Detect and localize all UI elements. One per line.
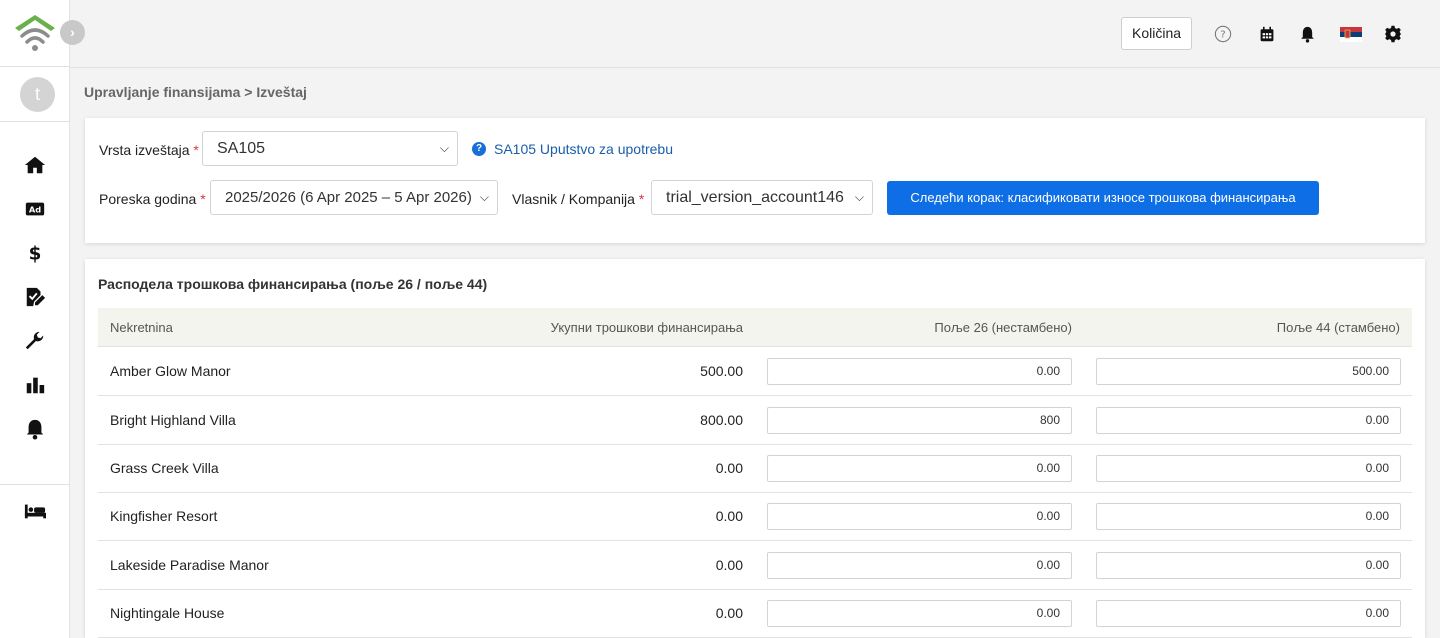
box26-input[interactable]: 0.00 — [767, 455, 1072, 482]
property-name: Lakeside Paradise Manor — [110, 557, 269, 573]
report-type-select[interactable]: SA105 ⌵ — [202, 131, 458, 166]
svg-text:$: $ — [29, 243, 42, 264]
total-finance-cost: 500.00 — [700, 363, 743, 379]
table-row: Bright Highland Villa 800.00 800 0.00 — [98, 396, 1412, 445]
owner-select[interactable]: trial_version_account146 ⌵ — [651, 180, 873, 215]
sidebar-divider — [0, 484, 70, 485]
breadcrumb: Upravljanje finansijama > Izveštaj — [84, 84, 307, 100]
topbar — [70, 0, 1440, 68]
help-link[interactable]: ? SA105 Uputstvo za upotrebu — [472, 141, 673, 157]
table-row: Grass Creek Villa 0.00 0.00 0.00 — [98, 444, 1412, 493]
column-header-box26: Поље 26 (нестамбено) — [934, 320, 1072, 335]
box44-input[interactable]: 0.00 — [1096, 552, 1401, 579]
wrench-icon[interactable] — [23, 329, 47, 353]
property-name: Nightingale House — [110, 605, 225, 621]
sidebar-collapse-button[interactable]: › — [60, 20, 85, 45]
box44-input[interactable]: 0.00 — [1096, 503, 1401, 530]
serbia-flag-icon[interactable] — [1340, 24, 1362, 44]
calendar-icon[interactable] — [1257, 24, 1277, 44]
box26-input[interactable]: 0.00 — [767, 503, 1072, 530]
table-row: Amber Glow Manor 500.00 0.00 500.00 — [98, 347, 1412, 396]
property-name: Amber Glow Manor — [110, 363, 231, 379]
box44-input[interactable]: 0.00 — [1096, 600, 1401, 627]
box26-input[interactable]: 0.00 — [767, 358, 1072, 385]
column-header-box44: Поље 44 (стамбено) — [1276, 320, 1400, 335]
property-name: Grass Creek Villa — [110, 460, 219, 476]
report-type-label: Vrsta izveštaja * — [99, 142, 199, 158]
table-row: Lakeside Paradise Manor 0.00 0.00 0.00 — [98, 541, 1412, 590]
table-row: Nightingale House 0.00 0.00 0.00 — [98, 589, 1412, 638]
bell-icon[interactable] — [1297, 24, 1317, 44]
chevron-down-icon: ⌵ — [854, 190, 864, 204]
quantity-button[interactable]: Količina — [1121, 17, 1192, 50]
total-finance-cost: 0.00 — [715, 508, 743, 524]
total-finance-cost: 0.00 — [715, 460, 743, 476]
column-header-total: Укупни трошкови финансирања — [550, 320, 743, 335]
next-step-button[interactable]: Следећи корак: класификовати износе трош… — [887, 181, 1319, 215]
total-finance-cost: 0.00 — [715, 605, 743, 621]
ad-icon[interactable]: Ad — [23, 197, 47, 221]
help-icon[interactable]: ? — [1213, 24, 1233, 44]
box26-input[interactable]: 800 — [767, 407, 1072, 434]
gear-icon[interactable] — [1383, 24, 1403, 44]
logo-icon[interactable] — [14, 12, 56, 54]
chevron-down-icon: ⌵ — [439, 141, 449, 155]
tax-year-label: Poreska godina * — [99, 191, 206, 207]
dollar-icon[interactable]: $ — [23, 241, 47, 265]
box44-input[interactable]: 500.00 — [1096, 358, 1401, 385]
finance-cost-table-card: Расподела трошкова финансирања (поље 26 … — [85, 259, 1425, 638]
box26-input[interactable]: 0.00 — [767, 600, 1072, 627]
document-edit-icon[interactable] — [23, 285, 47, 309]
total-finance-cost: 0.00 — [715, 557, 743, 573]
sidebar-divider — [0, 66, 70, 67]
bell-icon[interactable] — [23, 417, 47, 441]
box44-input[interactable]: 0.00 — [1096, 407, 1401, 434]
total-finance-cost: 800.00 — [700, 412, 743, 428]
question-circle-icon: ? — [472, 142, 486, 156]
bar-chart-icon[interactable] — [23, 373, 47, 397]
box26-input[interactable]: 0.00 — [767, 552, 1072, 579]
table-title: Расподела трошкова финансирања (поље 26 … — [98, 276, 488, 292]
tax-year-select[interactable]: 2025/2026 (6 Apr 2025 – 5 Apr 2026) ⌵ — [210, 180, 498, 215]
property-name: Bright Highland Villa — [110, 412, 236, 428]
table-row: Kingfisher Resort 0.00 0.00 0.00 — [98, 492, 1412, 541]
report-form: Vrsta izveštaja * SA105 ⌵ ? SA105 Uputstvo… — [85, 118, 1425, 243]
chevron-down-icon: ⌵ — [479, 190, 489, 204]
owner-label: Vlasnik / Kompanija * — [512, 191, 645, 207]
sidebar: t Ad $ — [0, 0, 70, 638]
sidebar-divider — [0, 121, 70, 122]
svg-text:?: ? — [1220, 30, 1225, 41]
table-header: Nekretnina Укупни трошкови финансирања П… — [98, 308, 1412, 347]
svg-text:Ad: Ad — [29, 205, 41, 215]
box44-input[interactable]: 0.00 — [1096, 455, 1401, 482]
bed-icon[interactable] — [23, 499, 47, 523]
home-icon[interactable] — [23, 153, 47, 177]
property-name: Kingfisher Resort — [110, 508, 218, 524]
avatar[interactable]: t — [20, 77, 55, 112]
column-header-property: Nekretnina — [110, 320, 173, 335]
